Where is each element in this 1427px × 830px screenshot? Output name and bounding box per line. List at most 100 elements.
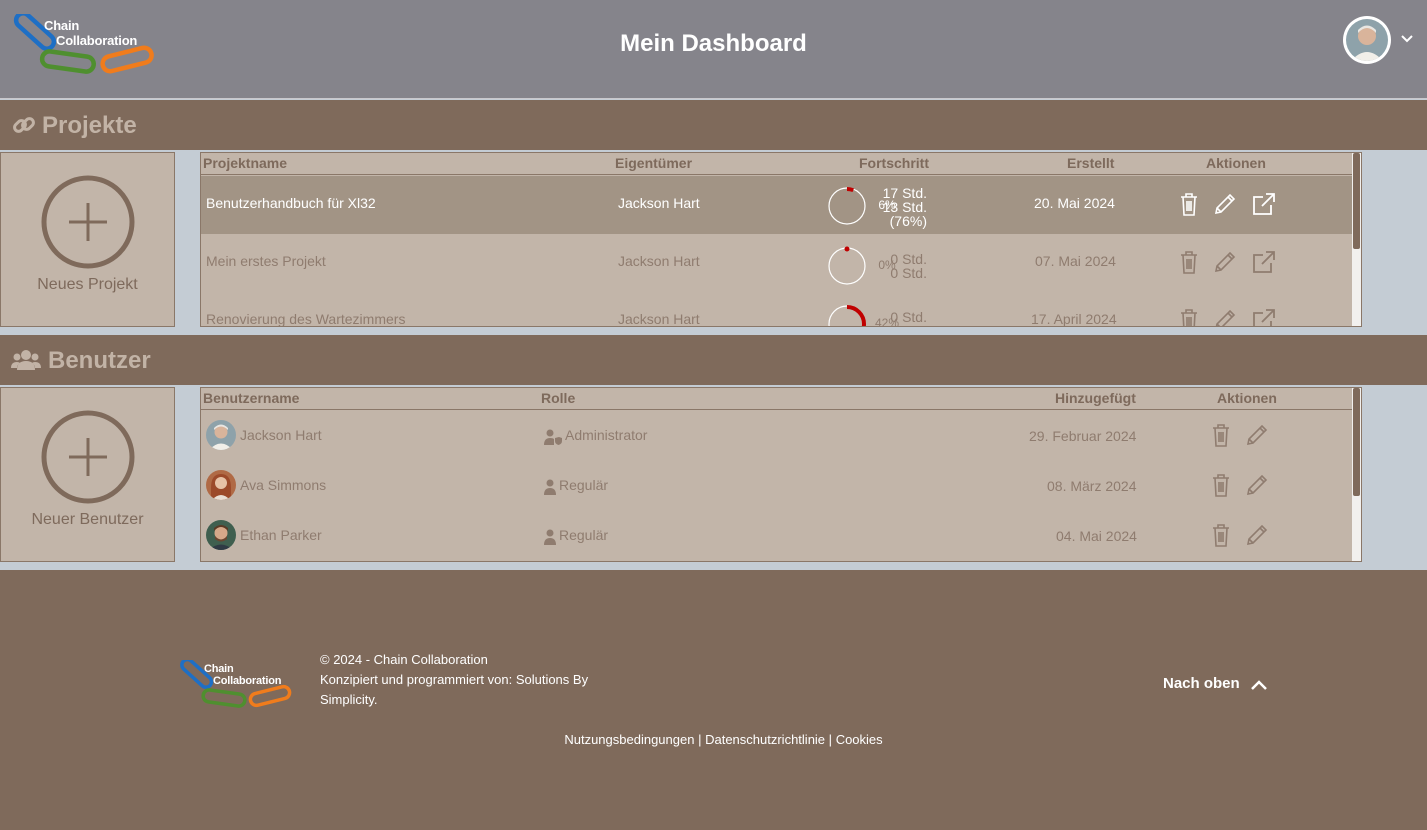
project-name[interactable]: Benutzerhandbuch für Xl32 [206, 195, 376, 211]
hours-percent: (76%) [889, 213, 927, 229]
page-title: Mein Dashboard [620, 30, 807, 57]
users-section-header: Benutzer [0, 335, 1427, 385]
trash-icon[interactable] [1176, 191, 1202, 217]
user-name[interactable]: Jackson Hart [240, 427, 322, 443]
trash-icon[interactable] [1208, 422, 1234, 448]
project-name[interactable]: Mein erstes Projekt [206, 253, 326, 269]
table-row[interactable]: Jackson Hart Administrator 29. Februar 2… [201, 411, 1353, 461]
footer-logo-wordmark: Chain Collaboration [204, 663, 281, 687]
hours-spent: 13 Std. [882, 199, 927, 215]
table-row[interactable]: Benutzerhandbuch für Xl32 Jackson Hart 6… [201, 176, 1353, 234]
project-owner: Jackson Hart [618, 253, 700, 269]
pencil-icon[interactable] [1244, 522, 1270, 548]
col-progress[interactable]: Fortschritt [859, 155, 929, 171]
link-separator: | [698, 732, 702, 747]
pencil-icon[interactable] [1212, 191, 1238, 217]
users-title: Benutzer [48, 347, 151, 374]
new-project-label: Neues Projekt [37, 276, 138, 293]
terms-link[interactable]: Nutzungsbedingungen [564, 732, 694, 747]
trash-icon[interactable] [1208, 522, 1234, 548]
users-table-header: Benutzername Rolle Hinzugefügt Aktionen [201, 388, 1353, 410]
new-user-button[interactable]: Neuer Benutzer [0, 387, 175, 562]
user-added: 08. März 2024 [1047, 478, 1137, 494]
progress-ring-chart [828, 305, 866, 326]
col-role[interactable]: Rolle [541, 390, 575, 406]
trash-icon[interactable] [1176, 307, 1202, 327]
col-added[interactable]: Hinzugefügt [1055, 390, 1136, 406]
avatar [206, 520, 236, 550]
chevron-down-icon[interactable] [1400, 32, 1414, 46]
project-owner: Jackson Hart [618, 311, 700, 327]
footer: Chain Collaboration © 2024 - Chain Colla… [0, 570, 1427, 830]
projects-table: Projektname Eigentümer Fortschritt Erste… [200, 152, 1362, 327]
projects-title: Projekte [42, 112, 137, 139]
user-added: 29. Februar 2024 [1029, 428, 1137, 444]
users-scrollbar[interactable] [1352, 388, 1361, 561]
users-table: Benutzername Rolle Hinzugefügt Aktionen … [200, 387, 1362, 562]
project-owner: Jackson Hart [618, 195, 700, 211]
table-row[interactable]: Renovierung des Wartezimmers Jackson Har… [201, 292, 1353, 327]
projects-section-header: Projekte [0, 100, 1427, 150]
user-role: Regulär [559, 477, 609, 493]
hours-spent: 0 Std. [890, 265, 927, 281]
plus-circle-icon [41, 410, 135, 504]
col-project-name[interactable]: Projektname [203, 155, 287, 171]
logo-line1: Chain [204, 663, 234, 675]
cookies-link[interactable]: Cookies [836, 732, 883, 747]
table-row[interactable]: Mein erstes Projekt Jackson Hart 0% 0 St… [201, 234, 1353, 292]
chevron-up-icon[interactable] [1250, 677, 1268, 693]
progress-ring-chart [828, 246, 866, 285]
external-link-icon[interactable] [1251, 307, 1277, 327]
user-role: Regulär [559, 527, 609, 543]
pencil-icon[interactable] [1244, 422, 1270, 448]
plus-circle-icon [41, 175, 135, 269]
privacy-link[interactable]: Datenschutzrichtlinie [705, 732, 825, 747]
external-link-icon[interactable] [1251, 191, 1277, 217]
hours-planned: 0 Std. [890, 251, 927, 267]
user-added: 04. Mai 2024 [1056, 528, 1137, 544]
external-link-icon[interactable] [1251, 249, 1277, 275]
projects-scrollbar[interactable] [1352, 153, 1361, 326]
pencil-icon[interactable] [1212, 249, 1238, 275]
avatar [1346, 19, 1388, 61]
user-menu-avatar[interactable] [1343, 16, 1391, 64]
footer-copyright: © 2024 - Chain Collaboration Konzipiert … [320, 650, 610, 710]
footer-links: Nutzungsbedingungen | Datenschutzrichtli… [0, 732, 1427, 747]
progress-ring: 6% [827, 186, 896, 226]
table-row[interactable]: Ethan Parker Regulär 04. Mai 2024 [201, 511, 1353, 561]
new-project-button[interactable]: Neues Projekt [0, 152, 175, 327]
col-owner[interactable]: Eigentümer [615, 155, 692, 171]
trash-icon[interactable] [1208, 472, 1234, 498]
progress-ring: 42% [827, 304, 899, 326]
link-icon [13, 117, 35, 133]
trash-icon[interactable] [1176, 249, 1202, 275]
scroll-thumb[interactable] [1353, 153, 1360, 249]
credit-text: Konzipiert und programmiert von: Solutio… [320, 672, 589, 707]
user-role: Administrator [565, 427, 648, 443]
pencil-icon[interactable] [1212, 307, 1238, 327]
progress-ring-chart [828, 187, 866, 225]
project-created: 17. April 2024 [1031, 311, 1117, 327]
project-created: 20. Mai 2024 [1034, 195, 1115, 211]
col-username[interactable]: Benutzername [203, 390, 299, 406]
user-name[interactable]: Ethan Parker [240, 527, 322, 543]
copyright-text: © 2024 - Chain Collaboration [320, 652, 488, 667]
user-name[interactable]: Ava Simmons [240, 477, 326, 493]
avatar [206, 470, 236, 500]
pencil-icon[interactable] [1244, 472, 1270, 498]
hours-planned: 0 Std. [890, 309, 927, 325]
back-to-top-link[interactable]: Nach oben [1163, 675, 1240, 692]
users-icon [11, 350, 41, 370]
logo-line2: Collaboration [213, 675, 282, 687]
col-created[interactable]: Erstellt [1067, 155, 1114, 171]
table-row[interactable]: Ava Simmons Regulär 08. März 2024 [201, 461, 1353, 511]
progress-ring: 0% [827, 246, 896, 286]
app-header: Chain Collaboration Mein Dashboard [0, 0, 1427, 99]
user-shield-icon [544, 429, 562, 445]
scroll-thumb[interactable] [1353, 388, 1360, 496]
hours-planned: 17 Std. [882, 185, 927, 201]
project-name[interactable]: Renovierung des Wartezimmers [206, 311, 405, 326]
col-actions: Aktionen [1217, 390, 1277, 406]
projects-table-header: Projektname Eigentümer Fortschritt Erste… [201, 153, 1353, 175]
footer-logo[interactable]: Chain Collaboration [178, 657, 294, 710]
